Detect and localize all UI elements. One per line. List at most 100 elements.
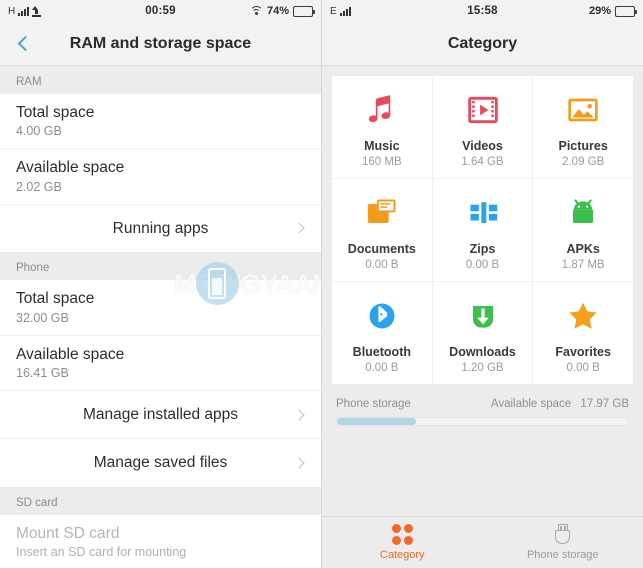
category-item-bluetooth[interactable]: Bluetooth 0.00 B (332, 282, 433, 384)
signal-bars-icon (339, 6, 351, 16)
category-item-documents[interactable]: Documents 0.00 B (332, 179, 433, 281)
category-label: Music (364, 139, 400, 153)
battery-percent-label: 29% (588, 5, 611, 17)
list-item[interactable]: Manage installed apps (0, 391, 321, 440)
wifi-icon (249, 6, 263, 16)
list-item[interactable]: Available space 16.41 GB (0, 336, 321, 391)
right-status-bar: E 15:58 29% (322, 0, 643, 22)
available-space-group: Available space 17.97 GB (491, 398, 629, 410)
nav-label: Category (379, 549, 425, 561)
section-header: Phone (0, 252, 321, 281)
network-type-label: E (330, 5, 337, 17)
category-item-apks[interactable]: APKs 1.87 MB (533, 179, 633, 281)
bluetooth-icon (360, 294, 404, 338)
storage-summary: Phone storage Available space 17.97 GB (322, 384, 643, 426)
page-title: RAM and storage space (69, 34, 252, 52)
list-item[interactable]: Total space 32.00 GB (0, 280, 321, 336)
folder-document-icon (360, 191, 404, 235)
list-item[interactable]: Manage saved files (0, 439, 321, 486)
category-label: APKs (566, 242, 600, 256)
category-item-music[interactable]: Music 160 MB (332, 76, 433, 178)
four-dots-icon (391, 524, 413, 545)
list-item[interactable]: Total space 4.00 GB (0, 94, 321, 150)
list-item-title: Manage installed apps (82, 405, 239, 423)
list-item-title: Mount SD card (16, 524, 120, 542)
category-row: Music 160 MB Videos 1.64 GB Pictures 2.09 GB (332, 76, 633, 179)
category-row: Bluetooth 0.00 B Downloads 1.20 GB Favorites… (332, 282, 633, 384)
signal-bars-icon (18, 6, 30, 16)
usb-drive-icon (554, 524, 571, 545)
page-title: Category (447, 34, 518, 52)
list-item-title: Total space (16, 104, 95, 121)
category-size: 0.00 B (365, 259, 399, 271)
storage-label: Phone storage (336, 398, 411, 410)
list-item-subtitle: 32.00 GB (16, 310, 69, 325)
category-label: Documents (347, 242, 416, 256)
chevron-right-icon (293, 457, 305, 469)
list-item-title: Total space (16, 290, 95, 308)
category-item-videos[interactable]: Videos 1.64 GB (433, 76, 534, 178)
settings-group: Total space 32.00 GB Available space 16.41 … (0, 280, 321, 487)
film-strip-icon (461, 88, 505, 132)
list-item[interactable]: Running apps (0, 205, 321, 252)
list-item-title: Available space (16, 345, 125, 363)
chevron-right-icon (293, 222, 305, 235)
android-box-icon (561, 191, 605, 235)
list-item-subtitle: Insert an SD card for mounting (16, 545, 187, 559)
category-size: 0.00 B (566, 362, 600, 374)
battery-icon (293, 5, 315, 17)
available-space-value: 17.97 GB (580, 398, 629, 410)
category-label: Zips (469, 242, 496, 256)
category-size: 0.00 B (365, 362, 399, 374)
right-title-bar: Category (322, 22, 643, 66)
chevron-right-icon (293, 408, 305, 421)
status-right-group: 74% (249, 5, 315, 17)
list-item-subtitle: 2.02 GB (16, 179, 62, 194)
category-size: 0.00 B (465, 259, 500, 271)
category-label: Videos (462, 139, 503, 153)
nav-item-phone-storage[interactable]: Phone storage (483, 517, 643, 568)
category-item-pictures[interactable]: Pictures 2.09 GB (533, 76, 633, 178)
category-label: Bluetooth (352, 345, 411, 359)
upload-icon (32, 5, 42, 17)
status-left-group: E (330, 6, 351, 17)
list-item-title: Manage saved files (93, 454, 228, 472)
category-label: Favorites (555, 345, 611, 359)
category-size: 1.87 MB (561, 259, 605, 271)
available-space-label: Available space (490, 398, 572, 410)
back-button[interactable] (0, 22, 46, 66)
storage-header-row: Phone storage Available space 17.97 GB (336, 398, 629, 410)
category-grid: Music 160 MB Videos 1.64 GB Pictures 2.09 GB D… (332, 76, 633, 384)
right-phone-screen: E 15:58 29% Category Music 160 MB Videos 1.… (322, 0, 643, 568)
category-grid-wrapper: Music 160 MB Videos 1.64 GB Pictures 2.09 GB D… (322, 66, 643, 384)
settings-list: RAM Total space 4.00 GB Available space 2.02… (0, 66, 321, 568)
category-size: 160 MB (362, 156, 402, 168)
music-note-icon (360, 88, 404, 132)
settings-group: Mount SD card Insert an SD card for mount… (0, 514, 321, 568)
storage-progress-bar (336, 417, 629, 426)
left-title-bar: RAM and storage space (0, 22, 321, 66)
list-item-subtitle: 4.00 GB (16, 124, 62, 139)
category-item-downloads[interactable]: Downloads 1.20 GB (433, 282, 534, 384)
section-header: SD card (0, 486, 321, 515)
category-row: Documents 0.00 B Zips 0.00 B APKs 1.87 MB (332, 179, 633, 282)
category-label: Pictures (558, 139, 608, 153)
settings-group: Total space 4.00 GB Available space 2.02 GB… (0, 94, 321, 253)
nav-item-category[interactable]: Category (322, 517, 483, 568)
category-label: Downloads (449, 345, 516, 359)
category-size: 1.20 GB (461, 362, 504, 374)
status-right-group: 29% (588, 5, 637, 17)
network-type-label: H (8, 5, 16, 17)
nav-label: Phone storage (526, 549, 599, 561)
download-arrow-icon (461, 294, 505, 338)
category-item-zips[interactable]: Zips 0.00 B (433, 179, 534, 281)
category-item-favorites[interactable]: Favorites 0.00 B (533, 282, 633, 384)
battery-icon (615, 5, 637, 17)
dual-screenshot-container: H 00:59 74% RAM and storage space RAM Tot… (0, 0, 643, 568)
battery-percent-label: 74% (266, 5, 289, 17)
star-icon (561, 294, 605, 338)
zip-blocks-icon (461, 191, 505, 235)
list-item[interactable]: Available space 2.02 GB (0, 149, 321, 205)
category-size: 1.64 GB (461, 156, 504, 168)
list-item-subtitle: 16.41 GB (16, 365, 69, 380)
